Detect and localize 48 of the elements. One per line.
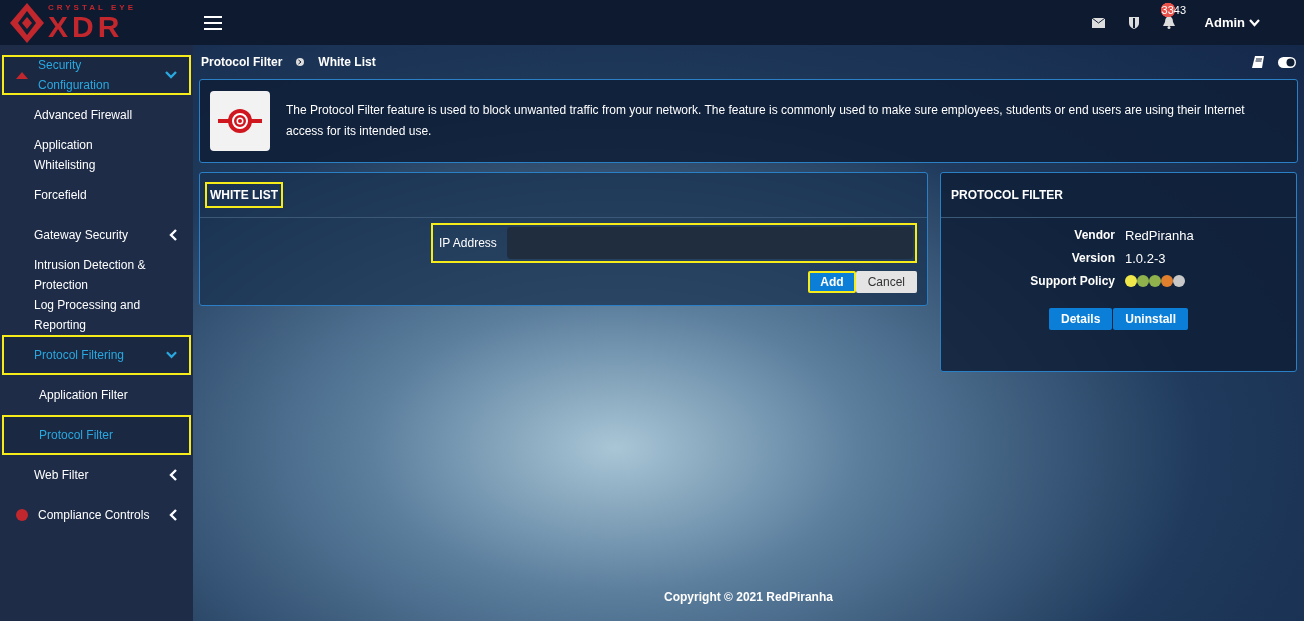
- logo-wordmark: XDR: [48, 11, 124, 42]
- details-button[interactable]: Details: [1049, 308, 1113, 330]
- chevron-left-icon: [169, 469, 177, 481]
- logo-tagline: CRYSTAL EYE: [48, 3, 136, 12]
- sidebar-item[interactable]: Advanced Firewall: [2, 95, 191, 135]
- description-text: The Protocol Filter feature is used to block unwanted traffic from your network. The feature is commonly used to make sure employees, students or end users are using their Internet access for its intended use.: [286, 102, 1246, 140]
- field-label: Version: [1070, 251, 1115, 266]
- sidebar-section[interactable]: Security Configuration: [2, 55, 191, 95]
- envelope-icon[interactable]: [1091, 17, 1105, 28]
- chevron-left-icon: [169, 229, 177, 241]
- uninstall-button[interactable]: Uninstall: [1113, 308, 1188, 330]
- ip-address-field[interactable]: [506, 227, 913, 259]
- sidebar-section[interactable]: Compliance Controls: [2, 495, 191, 535]
- sidebar-item[interactable]: Application Whitelisting: [2, 135, 191, 175]
- bell-icon[interactable]: [1162, 16, 1175, 29]
- field-label: Support Policy: [1029, 274, 1115, 288]
- book-icon[interactable]: [1252, 56, 1264, 68]
- breadcrumb-item[interactable]: Protocol Filter: [201, 55, 283, 69]
- dot-icon: [16, 509, 28, 521]
- sidebar-item[interactable]: Protocol Filtering: [2, 335, 191, 375]
- sidebar-item[interactable]: Intrusion Detection & Protection: [2, 255, 191, 295]
- copyright-text: Copyright © 2021 RedPiranha: [663, 590, 834, 606]
- panel-title: PROTOCOL FILTER: [950, 187, 1064, 204]
- sidebar-item[interactable]: Gateway Security: [2, 215, 191, 255]
- sidebar-item[interactable]: Application Filter: [2, 375, 191, 415]
- user-menu[interactable]: Admin: [1198, 14, 1266, 31]
- chevron-left-icon: [169, 509, 177, 521]
- triangle-icon: [16, 71, 28, 79]
- sidebar-item[interactable]: Forcefield: [2, 175, 191, 215]
- chevron-down-icon: [165, 71, 177, 79]
- toggle-icon[interactable]: [1278, 56, 1296, 68]
- breadcrumb-item[interactable]: White List: [318, 55, 376, 69]
- shield-icon[interactable]: [1128, 16, 1139, 29]
- chevron-down-icon: [166, 351, 177, 359]
- cancel-button[interactable]: Cancel: [855, 271, 917, 293]
- menu-icon[interactable]: [204, 15, 222, 30]
- field-label: IP Address: [439, 236, 497, 250]
- protocol-filter-icon: [210, 91, 270, 151]
- sidebar-item[interactable]: Web Filter: [2, 455, 191, 495]
- field-label: Vendor: [1073, 228, 1115, 243]
- panel-title: WHITE LIST: [205, 182, 283, 208]
- add-button[interactable]: Add: [808, 271, 856, 293]
- arrow-circle-icon: [296, 58, 305, 66]
- field-value: 1.0.2-3: [1125, 251, 1167, 266]
- sidebar-item[interactable]: Protocol Filter: [2, 415, 191, 455]
- sidebar-item[interactable]: Log Processing and Reporting: [2, 295, 191, 335]
- chevron-down-icon: [1249, 18, 1260, 27]
- field-value: RedPiranha: [1125, 228, 1195, 243]
